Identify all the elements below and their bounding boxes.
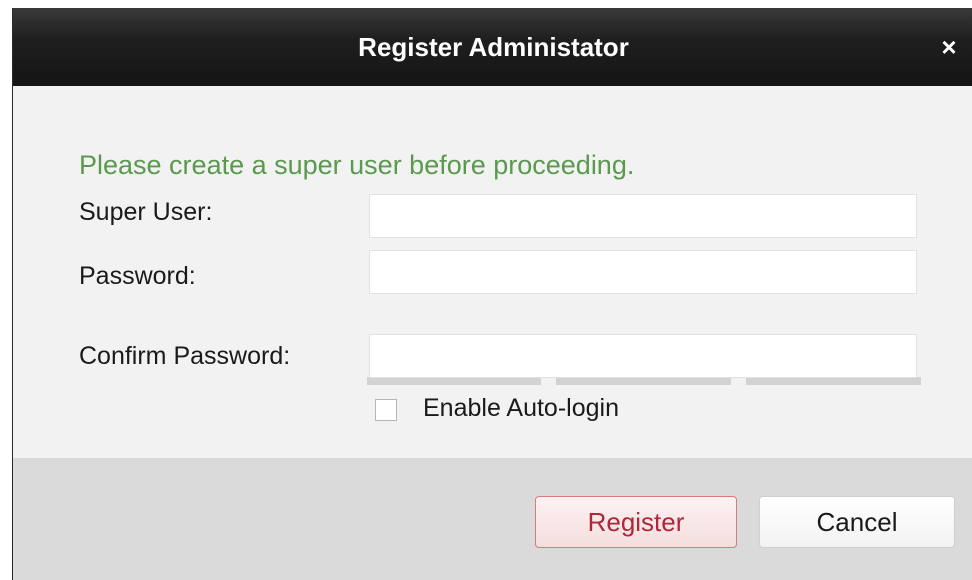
- super-user-label: Super User:: [79, 198, 213, 226]
- dialog-title: Register Administator: [358, 32, 629, 62]
- cancel-button[interactable]: Cancel: [759, 496, 955, 548]
- register-administrator-dialog: Register Administator × Please create a …: [12, 8, 972, 580]
- auto-login-label[interactable]: Enable Auto-login: [423, 394, 619, 423]
- confirm-password-input[interactable]: [369, 334, 917, 378]
- password-strength-segment-3: [746, 377, 921, 385]
- password-strength-segment-2: [556, 377, 731, 385]
- confirm-password-label: Confirm Password:: [79, 342, 291, 370]
- instruction-message: Please create a super user before procee…: [79, 150, 635, 180]
- super-user-input[interactable]: [369, 194, 917, 238]
- password-input[interactable]: [369, 250, 917, 294]
- password-label: Password:: [79, 262, 196, 290]
- dialog-titlebar: Register Administator ×: [13, 8, 972, 86]
- close-icon[interactable]: ×: [936, 34, 962, 60]
- password-strength-segment-1: [367, 377, 541, 385]
- register-button[interactable]: Register: [535, 496, 737, 548]
- auto-login-checkbox[interactable]: [375, 399, 397, 421]
